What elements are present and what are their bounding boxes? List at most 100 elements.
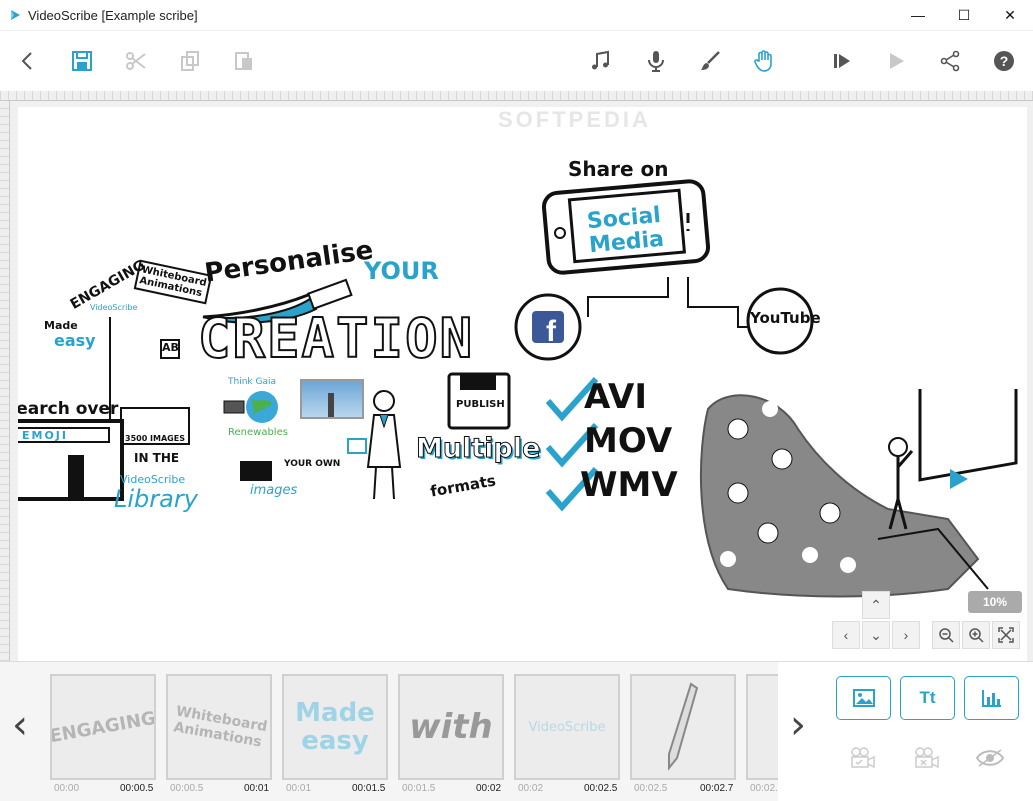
timeline-thumb[interactable]: VideoScribe bbox=[514, 674, 620, 780]
thumb-start-time: 00:02 bbox=[518, 783, 544, 794]
ab-block-icon: AB bbox=[160, 339, 180, 359]
videoscribe-logo-icon bbox=[11, 10, 20, 20]
eye-icon bbox=[975, 749, 1005, 767]
pan-left-button[interactable]: ‹ bbox=[832, 621, 860, 649]
pan-up-button[interactable]: ⌃ bbox=[862, 591, 890, 619]
share-button[interactable] bbox=[934, 45, 966, 77]
thumb-end-time: 00:01 bbox=[244, 783, 270, 794]
search-box-bar bbox=[68, 455, 84, 497]
ruler-left bbox=[0, 101, 10, 661]
timeline-thumb[interactable] bbox=[630, 674, 736, 780]
whiteboard-animations-text: Whiteboard Animations bbox=[133, 259, 213, 305]
thumb-end-time: 00:02.7 bbox=[700, 783, 734, 794]
close-button[interactable]: ✕ bbox=[987, 0, 1033, 31]
zoom-out-button[interactable] bbox=[932, 621, 960, 649]
youtube-text: YouTube bbox=[750, 309, 821, 327]
camera-set-button[interactable] bbox=[846, 744, 878, 772]
svg-text:?: ? bbox=[1000, 53, 1009, 69]
zoom-in-button[interactable] bbox=[962, 621, 990, 649]
pan-down-button[interactable]: ⌄ bbox=[862, 621, 890, 649]
timeline-next-button[interactable]: › bbox=[790, 702, 806, 748]
chevron-right-icon: › bbox=[790, 702, 806, 748]
paste-button[interactable] bbox=[228, 45, 260, 77]
avi-text: AVI bbox=[584, 377, 647, 417]
scribe-canvas[interactable]: SOFTPEDIA Share on Social Media f YouTub… bbox=[18, 107, 1027, 661]
preview-from-button[interactable] bbox=[826, 45, 858, 77]
zoom-level-badge: 10% bbox=[968, 591, 1022, 613]
add-text-button[interactable]: Tt bbox=[900, 676, 955, 720]
paste-icon bbox=[235, 52, 252, 70]
play-button[interactable] bbox=[880, 45, 912, 77]
chevron-up-icon: ⌃ bbox=[870, 596, 882, 613]
library-text: Library bbox=[114, 485, 198, 513]
toolbar: ? bbox=[0, 31, 1033, 91]
sample-photo-post bbox=[328, 393, 334, 417]
thumb-label: ENGAGING bbox=[50, 707, 156, 747]
thumb-start-time: 00:00.5 bbox=[170, 783, 204, 794]
pan-right-button[interactable]: › bbox=[892, 621, 920, 649]
timeline-thumb[interactable] bbox=[746, 674, 778, 780]
your-own-text: YOUR OWN bbox=[284, 459, 341, 469]
youtube-logo: YouTube bbox=[750, 309, 821, 327]
search-box-illustration: EMOJI bbox=[18, 419, 124, 501]
camera-clear-button[interactable] bbox=[910, 744, 942, 772]
creation-text: CREATION bbox=[197, 306, 475, 371]
text-tool-label: Tt bbox=[919, 688, 936, 707]
mov-text: MOV bbox=[584, 421, 673, 461]
music-note-icon bbox=[592, 50, 609, 70]
help-button[interactable]: ? bbox=[988, 45, 1020, 77]
add-chart-button[interactable] bbox=[964, 676, 1019, 720]
pencil-icon bbox=[668, 682, 699, 771]
thumb-start-time: 00:01.5 bbox=[402, 783, 436, 794]
wmv-text: WMV bbox=[580, 465, 678, 505]
lightbulb-globe-illustration bbox=[223, 391, 278, 423]
timeline-prev-button[interactable]: ‹ bbox=[12, 702, 28, 748]
timeline[interactable]: ‹ ENGAGING 00:00 00:00.5 Whiteboard Anim… bbox=[0, 662, 778, 801]
timeline-thumb[interactable]: Made easy bbox=[282, 674, 388, 780]
back-button[interactable] bbox=[12, 45, 44, 77]
thumb-start-time: 00:02. bbox=[750, 783, 778, 794]
videoscribe-small-text: VideoScribe bbox=[90, 303, 138, 312]
brush-button[interactable] bbox=[694, 45, 726, 77]
window-title: VideoScribe [Example scribe] bbox=[28, 7, 198, 23]
thumb-label: Whiteboard Animations bbox=[172, 703, 269, 751]
save-icon bbox=[72, 51, 92, 71]
emoji-field: EMOJI bbox=[18, 427, 110, 443]
images-text: images bbox=[250, 483, 298, 498]
svg-text:f: f bbox=[546, 315, 557, 348]
bar-chart-icon bbox=[981, 690, 1001, 707]
canvas-area[interactable]: SOFTPEDIA Share on Social Media f YouTub… bbox=[0, 91, 1033, 661]
save-button[interactable] bbox=[66, 45, 98, 77]
search-over-text: Search over bbox=[18, 399, 119, 419]
multiple-text: Multiple bbox=[415, 433, 541, 465]
play-icon bbox=[890, 53, 904, 69]
copy-button[interactable] bbox=[174, 45, 206, 77]
timeline-thumb[interactable]: ENGAGING bbox=[50, 674, 156, 780]
voiceover-button[interactable] bbox=[640, 45, 672, 77]
timeline-thumb[interactable]: Whiteboard Animations bbox=[166, 674, 272, 780]
publish-text: PUBLISH bbox=[456, 399, 505, 410]
copy-icon bbox=[181, 51, 199, 71]
watermark: SOFTPEDIA bbox=[498, 107, 651, 132]
your-text: YOUR bbox=[364, 257, 439, 285]
hand-button[interactable] bbox=[748, 45, 780, 77]
music-button[interactable] bbox=[584, 45, 616, 77]
in-the-text: IN THE bbox=[134, 451, 180, 465]
add-image-button[interactable] bbox=[836, 676, 891, 720]
zoom-out-icon bbox=[939, 628, 954, 643]
timeline-thumb[interactable]: with bbox=[398, 674, 504, 780]
zoom-in-icon bbox=[969, 628, 984, 643]
step-play-icon bbox=[834, 54, 850, 68]
chevron-left-icon bbox=[21, 52, 32, 70]
chevron-left-icon: ‹ bbox=[12, 702, 28, 748]
cut-button[interactable] bbox=[120, 45, 152, 77]
think-gaia-text: Think Gaia bbox=[228, 377, 276, 387]
minimize-button[interactable]: — bbox=[895, 0, 941, 31]
visibility-button[interactable] bbox=[974, 744, 1006, 772]
title-bar: VideoScribe [Example scribe] — ☐ ✕ bbox=[0, 0, 1033, 31]
fit-screen-button[interactable] bbox=[992, 621, 1020, 649]
thumb-label: VideoScribe bbox=[528, 719, 606, 735]
maximize-button[interactable]: ☐ bbox=[941, 0, 987, 31]
chevron-right-icon: › bbox=[903, 627, 909, 643]
thumb-end-time: 00:02 bbox=[476, 783, 502, 794]
